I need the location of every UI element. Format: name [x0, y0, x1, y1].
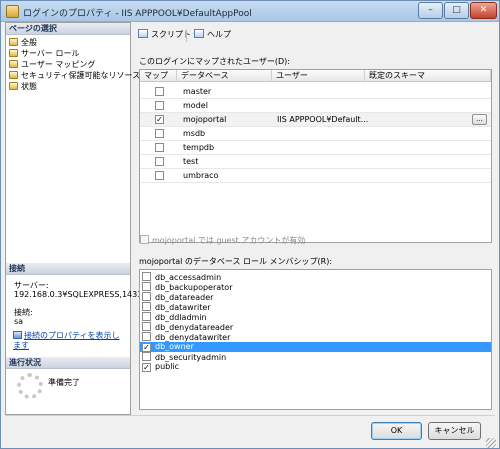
map-checkbox[interactable] — [155, 143, 164, 152]
page-select-header: ページの選択 — [6, 23, 130, 35]
app-icon — [6, 5, 19, 18]
table-row[interactable]: tempdb — [140, 141, 491, 155]
table-row[interactable]: umbraco — [140, 169, 491, 183]
page-icon — [9, 71, 18, 79]
map-checkbox[interactable] — [155, 101, 164, 110]
help-button[interactable]: ヘルプ — [194, 29, 231, 41]
map-checkbox[interactable]: ✓ — [155, 115, 164, 124]
role-checkbox[interactable]: ✓ — [142, 343, 151, 352]
nav-item-general[interactable]: 全般 — [9, 37, 37, 48]
footer-divider — [5, 415, 495, 416]
role-checkbox[interactable] — [142, 352, 151, 361]
list-item[interactable]: db_denydatareader — [140, 322, 491, 332]
list-item[interactable]: db_denydatawriter — [140, 332, 491, 342]
list-item[interactable]: db_accessadmin — [140, 272, 491, 282]
role-checkbox[interactable] — [142, 312, 151, 321]
nav-item-securables[interactable]: セキュリティ保護可能なリソース — [9, 70, 140, 81]
table-row[interactable]: master — [140, 85, 491, 99]
help-icon — [194, 29, 204, 38]
progress-status: 準備完了 — [48, 378, 80, 387]
nav-item-status[interactable]: 状態 — [9, 81, 37, 92]
list-item[interactable]: db_ddladmin — [140, 312, 491, 322]
map-checkbox[interactable] — [155, 129, 164, 138]
list-item[interactable]: db_datawriter — [140, 302, 491, 312]
role-checkbox[interactable] — [142, 292, 151, 301]
role-checkbox[interactable] — [142, 302, 151, 311]
role-membership-label: mojoportal のデータベース ロール メンバシップ(R): — [139, 257, 333, 266]
properties-icon — [13, 331, 22, 339]
role-checkbox[interactable] — [142, 282, 151, 291]
browse-schema-button[interactable]: ... — [472, 114, 487, 125]
connection-value: sa — [14, 317, 24, 326]
page-icon — [9, 49, 18, 57]
login-properties-dialog: ログインのプロパティ - IIS APPPOOL¥DefaultAppPool … — [0, 0, 500, 449]
resize-grip-icon[interactable] — [486, 438, 496, 448]
list-item[interactable]: db_backupoperator — [140, 282, 491, 292]
nav-item-user-mapping[interactable]: ユーザー マッピング — [9, 59, 96, 70]
role-checkbox[interactable] — [142, 322, 151, 331]
title-bar: ログインのプロパティ - IIS APPPOOL¥DefaultAppPool … — [1, 1, 499, 22]
progress-header: 進行状況 — [6, 357, 130, 369]
maximize-button[interactable]: □ — [444, 2, 469, 19]
role-membership-list: db_accessadmin db_backupoperator db_data… — [139, 269, 492, 410]
nav-item-server-roles[interactable]: サーバー ロール — [9, 48, 79, 59]
list-item[interactable]: ✓ public — [140, 362, 491, 372]
connection-header: 接続 — [6, 263, 130, 275]
table-row[interactable]: model — [140, 99, 491, 113]
cancel-button[interactable]: キャンセル — [428, 422, 481, 440]
table-row[interactable]: ✓ mojoportal IIS APPPOOL¥Default...... — [140, 113, 491, 127]
view-connection-properties-link[interactable]: 接続のプロパティを表示します — [13, 331, 125, 351]
page-icon — [9, 38, 18, 46]
window-title: ログインのプロパティ - IIS APPPOOL¥DefaultAppPool — [23, 9, 252, 19]
column-header-user[interactable]: ユーザー — [272, 70, 365, 82]
server-value: 192.168.0.3¥SQLEXPRESS,1433 — [14, 290, 143, 299]
guest-account-enabled: mojoportal では guest アカウントが有効 — [140, 235, 305, 246]
script-button[interactable]: スクリプト ▾ — [138, 29, 198, 41]
list-item[interactable]: db_securityadmin — [140, 352, 491, 362]
map-checkbox[interactable] — [155, 157, 164, 166]
progress-spinner-icon — [17, 373, 43, 399]
guest-checkbox — [140, 235, 149, 244]
mapped-users-grid: マップ データベース ユーザー 既定のスキーマ master model ✓ mo… — [139, 69, 492, 243]
mapped-users-label: このログインにマップされたユーザー(D): — [139, 57, 290, 66]
map-checkbox[interactable] — [155, 171, 164, 180]
script-icon — [138, 29, 148, 38]
close-button[interactable]: ✕ — [470, 2, 497, 19]
left-panel: ページの選択 全般 サーバー ロール ユーザー マッピング セキュリティ保護可能… — [5, 22, 142, 415]
toolbar-separator — [186, 29, 187, 42]
column-header-default-schema[interactable]: 既定のスキーマ — [365, 70, 491, 82]
page-icon — [9, 60, 18, 68]
role-checkbox[interactable] — [142, 272, 151, 281]
page-icon — [9, 82, 18, 90]
role-checkbox[interactable] — [142, 332, 151, 341]
list-item[interactable]: ✓ db_owner — [140, 342, 491, 352]
column-header-map[interactable]: マップ — [140, 70, 177, 82]
ok-button[interactable]: OK — [371, 422, 422, 440]
column-header-database[interactable]: データベース — [177, 70, 272, 82]
table-row[interactable]: test — [140, 155, 491, 169]
list-item[interactable]: db_datareader — [140, 292, 491, 302]
role-checkbox[interactable]: ✓ — [142, 363, 151, 372]
table-row[interactable]: msdb — [140, 127, 491, 141]
map-checkbox[interactable] — [155, 87, 164, 96]
minimize-button[interactable]: – — [418, 2, 443, 19]
